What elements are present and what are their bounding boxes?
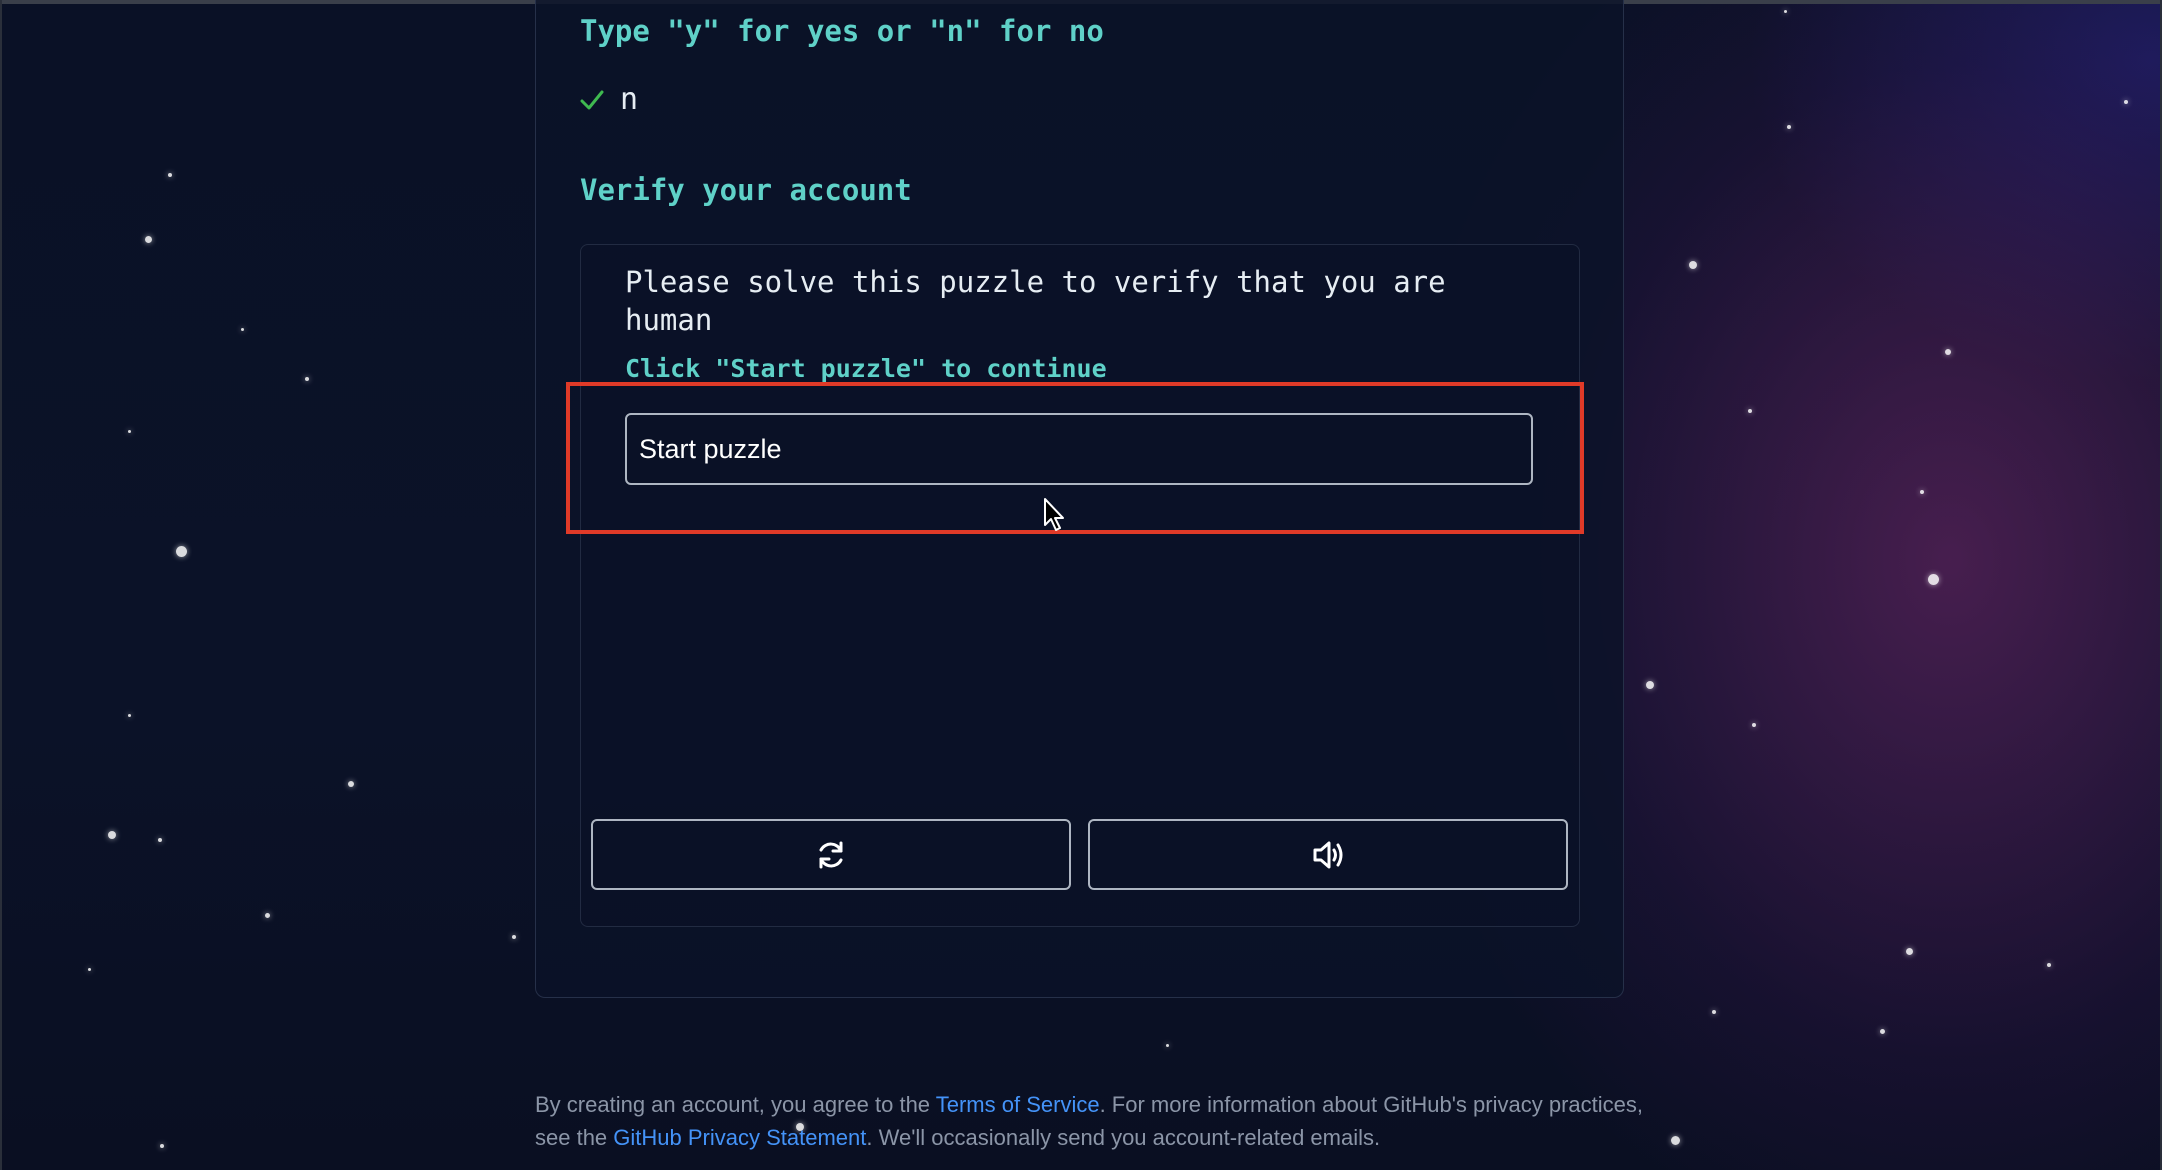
answer-row: n xyxy=(580,82,638,117)
highlight-annotation xyxy=(566,382,1584,534)
mouse-cursor-icon xyxy=(1044,498,1064,531)
prompt-title: Type "y" for yes or "n" for no xyxy=(580,14,1104,48)
refresh-button[interactable] xyxy=(591,819,1071,890)
answer-value: n xyxy=(620,82,639,117)
check-icon xyxy=(580,88,604,112)
verify-title: Verify your account xyxy=(580,173,912,207)
legal-footer: By creating an account, you agree to the… xyxy=(535,1088,1655,1154)
window-left-edge xyxy=(0,0,2,1170)
footer-text-3: . We'll occasionally send you account-re… xyxy=(866,1125,1381,1150)
refresh-icon xyxy=(819,841,843,868)
puzzle-hint: Click "Start puzzle" to continue xyxy=(625,354,1107,383)
footer-text-1: By creating an account, you agree to the xyxy=(535,1092,936,1117)
audio-icon xyxy=(1313,841,1343,868)
audio-button[interactable] xyxy=(1088,819,1568,890)
privacy-statement-link[interactable]: GitHub Privacy Statement xyxy=(613,1125,866,1150)
terms-of-service-link[interactable]: Terms of Service xyxy=(936,1092,1100,1117)
puzzle-description: Please solve this puzzle to verify that … xyxy=(625,265,1446,337)
